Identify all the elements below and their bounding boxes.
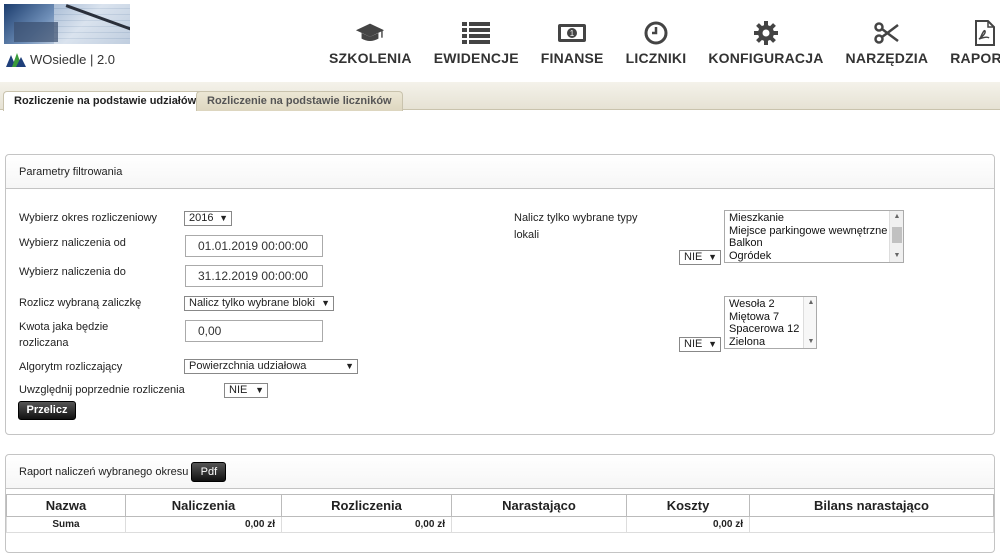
period-label: Wybierz okres rozliczeniowy — [19, 212, 158, 224]
main-nav: SZKOLENIA EWIDENCJE 1 FINANSE LICZNIKI K… — [318, 20, 1000, 66]
tab-udzialy[interactable]: Rozliczenie na podstawie udziałów — [3, 91, 208, 111]
nav-konfiguracja[interactable]: KONFIGURACJA — [697, 20, 834, 66]
cell-narastajaco — [451, 516, 627, 533]
tab-liczniki[interactable]: Rozliczenie na podstawie liczników — [196, 91, 403, 111]
period-select-value: 2016 — [189, 212, 214, 224]
chevron-down-icon: ▼ — [708, 252, 717, 262]
list-item[interactable]: Miejsce parkingowe wewnętrzne — [725, 225, 903, 238]
from-label: Wybierz naliczenia od — [19, 237, 126, 249]
blocks-nie-value: NIE — [684, 338, 703, 350]
nav-narzedzia[interactable]: NARZĘDZIA — [835, 20, 940, 66]
tabs-bar: Rozliczenie na podstawie udziałów Rozlic… — [0, 82, 1000, 111]
table-row: Suma 0,00 zł 0,00 zł 0,00 zł — [6, 516, 994, 533]
scroll-up-icon[interactable]: ▲ — [804, 297, 816, 309]
previous-select[interactable]: NIE ▼ — [224, 383, 268, 398]
chevron-down-icon: ▼ — [708, 339, 717, 349]
types-nie-select[interactable]: NIE ▼ — [679, 250, 721, 265]
recalculate-button[interactable]: Przelicz — [18, 401, 76, 420]
chevron-down-icon: ▼ — [345, 361, 354, 371]
algorithm-label: Algorytm rozliczający — [19, 361, 123, 373]
list-item[interactable]: Ogródek — [725, 250, 903, 263]
unit-types-listbox[interactable]: Mieszkanie Miejsce parkingowe wewnętrzne… — [724, 210, 904, 263]
report-title: Raport naliczeń wybranego okresu — [19, 465, 189, 478]
blocks-nie-select[interactable]: NIE ▼ — [679, 337, 721, 352]
to-date-input[interactable]: 31.12.2019 00:00:00 — [185, 265, 323, 287]
col-naliczenia[interactable]: Naliczenia — [125, 494, 282, 517]
cell-naliczenia: 0,00 zł — [125, 516, 282, 533]
scrollbar-thumb[interactable] — [892, 227, 902, 243]
app-header: WOsiedle | 2.0 SZKOLENIA EWIDENCJE 1 FIN… — [0, 0, 1000, 82]
nav-label: RAPORTY — [950, 50, 1000, 66]
list-item[interactable]: Mieszkanie — [725, 212, 903, 225]
cell-nazwa: Suma — [6, 516, 126, 533]
listbox-scrollbar[interactable]: ▲ ▼ — [889, 211, 903, 262]
report-panel: Raport naliczeń wybranego okresu Pdf Naz… — [5, 454, 995, 553]
col-nazwa[interactable]: Nazwa — [6, 494, 126, 517]
pdf-file-icon — [970, 20, 1000, 46]
types-nie-value: NIE — [684, 251, 703, 263]
col-rozliczenia[interactable]: Rozliczenia — [281, 494, 452, 517]
to-label: Wybierz naliczenia do — [19, 266, 126, 278]
nav-label: FINANSE — [540, 50, 604, 66]
algorithm-select-value: Powierzchnia udziałowa — [189, 360, 307, 372]
types-label-line2: lokali — [514, 229, 540, 241]
logo-banner-image — [4, 4, 130, 44]
money-icon: 1 — [557, 20, 587, 46]
listbox-scrollbar[interactable]: ▲ ▼ — [803, 297, 816, 348]
scroll-down-icon[interactable]: ▼ — [890, 250, 903, 262]
chevron-down-icon: ▼ — [255, 385, 264, 395]
pdf-button[interactable]: Pdf — [191, 461, 227, 482]
nav-ewidencje[interactable]: EWIDENCJE — [423, 20, 530, 66]
nav-szkolenia[interactable]: SZKOLENIA — [318, 20, 423, 66]
chevron-down-icon: ▼ — [219, 213, 228, 223]
blocks-listbox[interactable]: Wesoła 2 Miętowa 7 Spacerowa 12 Zielona … — [724, 296, 817, 349]
gear-icon — [751, 20, 781, 46]
period-select[interactable]: 2016 ▼ — [184, 211, 232, 226]
nav-label: LICZNIKI — [625, 50, 687, 66]
col-bilans-narastajaco[interactable]: Bilans narastająco — [749, 494, 994, 517]
from-date-input[interactable]: 01.01.2019 00:00:00 — [185, 235, 323, 257]
chevron-down-icon: ▼ — [321, 298, 330, 308]
amount-label-line2: rozliczana — [19, 337, 69, 349]
graduation-cap-icon — [355, 20, 385, 46]
amount-input[interactable]: 0,00 — [185, 320, 323, 342]
nav-label: NARZĘDZIA — [845, 50, 929, 66]
nav-finanse[interactable]: 1 FINANSE — [530, 20, 615, 66]
amount-label-line1: Kwota jaka będzie — [19, 321, 109, 333]
clock-icon — [641, 20, 671, 46]
brand-name: WOsiedle | 2.0 — [30, 52, 116, 67]
col-koszty[interactable]: Koszty — [626, 494, 750, 517]
table-header-row: Nazwa Naliczenia Rozliczenia Narastająco… — [6, 494, 994, 517]
cell-koszty: 0,00 zł — [626, 516, 750, 533]
filters-panel-title: Parametry filtrowania — [6, 155, 994, 189]
types-label-line1: Nalicz tylko wybrane typy — [514, 212, 638, 224]
scissors-icon — [872, 20, 902, 46]
scroll-down-icon[interactable]: ▼ — [804, 336, 816, 348]
advance-select-value: Nalicz tylko wybrane bloki — [189, 297, 315, 309]
report-panel-head: Raport naliczeń wybranego okresu Pdf — [6, 455, 994, 489]
nav-liczniki[interactable]: LICZNIKI — [615, 20, 698, 66]
list-item[interactable]: Balkon — [725, 237, 903, 250]
nav-label: SZKOLENIA — [329, 50, 412, 66]
brand-logo-icon — [6, 52, 26, 67]
previous-select-value: NIE — [229, 384, 248, 396]
previous-label: Uwzględnij poprzednie rozliczenia — [19, 384, 185, 396]
cell-rozliczenia: 0,00 zł — [281, 516, 452, 533]
list-icon — [461, 20, 491, 46]
cell-bilans — [749, 516, 994, 533]
advance-select[interactable]: Nalicz tylko wybrane bloki ▼ — [184, 296, 334, 311]
filters-panel: Parametry filtrowania Wybierz okres rozl… — [5, 154, 995, 435]
report-table: Nazwa Naliczenia Rozliczenia Narastająco… — [6, 494, 994, 533]
scroll-up-icon[interactable]: ▲ — [890, 211, 903, 223]
brand[interactable]: WOsiedle | 2.0 — [6, 52, 115, 67]
nav-label: KONFIGURACJA — [708, 50, 824, 66]
nav-raporty[interactable]: RAPORTY — [939, 20, 1000, 66]
col-narastajaco[interactable]: Narastająco — [451, 494, 627, 517]
nav-label: EWIDENCJE — [433, 50, 519, 66]
advance-label: Rozlicz wybraną zaliczkę — [19, 297, 142, 309]
svg-text:1: 1 — [570, 29, 575, 38]
algorithm-select[interactable]: Powierzchnia udziałowa ▼ — [184, 359, 358, 374]
